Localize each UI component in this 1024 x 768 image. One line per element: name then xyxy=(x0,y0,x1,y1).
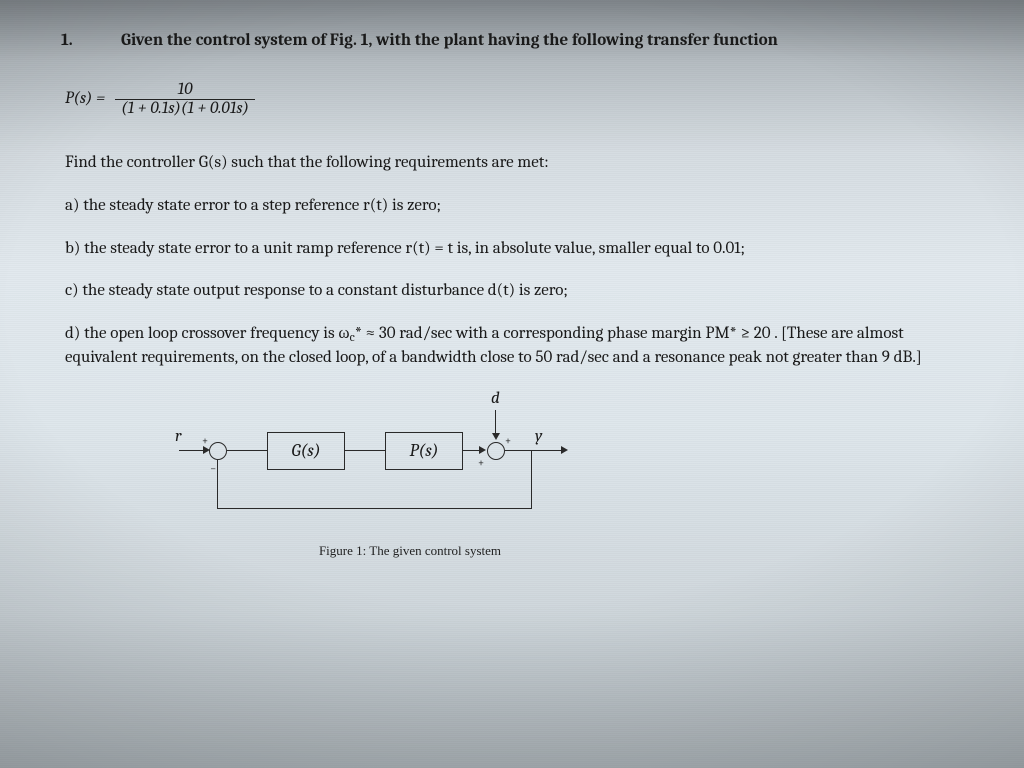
wire-r xyxy=(179,450,205,451)
label-y: y xyxy=(535,426,542,449)
wire-d xyxy=(495,410,496,435)
formula-fraction: 10 (1 + 0.1s)(1 + 0.01s) xyxy=(115,81,255,118)
label-r: r xyxy=(175,426,181,449)
label-d: d xyxy=(491,388,500,411)
wire-fb-down xyxy=(531,450,532,508)
requirements-lead: Find the controller G(s) such that the f… xyxy=(65,152,969,175)
arrow-y xyxy=(561,446,568,454)
wire-y xyxy=(505,450,563,451)
block-controller: G(s) xyxy=(267,432,345,470)
question-intro: 1.Given the control system of Fig. 1, wi… xyxy=(65,30,969,53)
block-diagram: d r + − G(s) P(s) xyxy=(175,390,645,540)
transfer-function: P(s) = 10 (1 + 0.1s)(1 + 0.01s) xyxy=(65,81,969,118)
block-plant: P(s) xyxy=(385,432,463,470)
wire-g-p xyxy=(345,450,385,451)
question-intro-text: Given the control system of Fig. 1, with… xyxy=(121,31,778,50)
summing-junction-2 xyxy=(487,442,505,460)
sum1-minus: − xyxy=(210,462,216,477)
figure-1: d r + − G(s) P(s) xyxy=(175,390,645,560)
sum1-plus: + xyxy=(202,434,208,449)
arrow-p-sum2 xyxy=(479,446,486,454)
block-controller-label: G(s) xyxy=(291,439,320,463)
formula-denominator: (1 + 0.1s)(1 + 0.01s) xyxy=(115,99,255,118)
requirement-c: c) the steady state output response to a… xyxy=(65,280,969,303)
wire-fb-up xyxy=(217,460,218,509)
wire-sum1-g xyxy=(227,450,267,451)
requirement-a: a) the steady state error to a step refe… xyxy=(65,195,969,218)
wire-fb-bottom xyxy=(217,508,532,509)
sum2-plus-left: + xyxy=(478,456,484,471)
problem-page: 1.Given the control system of Fig. 1, wi… xyxy=(0,0,1024,768)
block-plant-label: P(s) xyxy=(410,439,439,463)
requirement-b: b) the steady state error to a unit ramp… xyxy=(65,238,969,261)
figure-caption: Figure 1: The given control system xyxy=(175,542,645,560)
question-number: 1. xyxy=(91,30,121,53)
requirement-d: d) the open loop crossover frequency is … xyxy=(65,323,969,370)
formula-lhs: P(s) = xyxy=(65,88,105,111)
formula-numerator: 10 xyxy=(172,81,199,99)
summing-junction-1 xyxy=(209,442,227,460)
arrow-d-down xyxy=(492,433,500,440)
sum2-plus-top: + xyxy=(505,434,511,449)
